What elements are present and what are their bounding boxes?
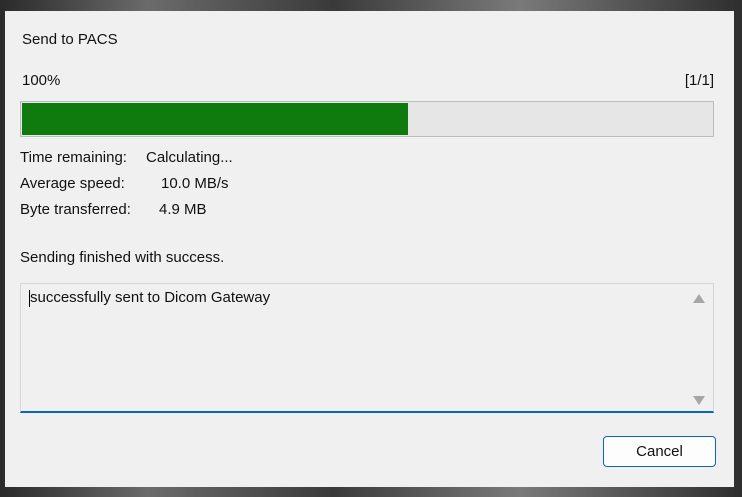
time-remaining-row: Time remaining: Calculating...	[20, 149, 233, 166]
progress-bar	[20, 101, 714, 137]
status-message: Sending finished with success.	[20, 249, 225, 266]
bytes-transferred-value: 4.9 MB	[159, 201, 207, 218]
scroll-up-arrow-icon[interactable]	[693, 294, 705, 303]
bytes-transferred-label: Byte transferred:	[20, 201, 131, 218]
time-remaining-label: Time remaining:	[20, 149, 127, 166]
average-speed-value: 10.0 MB/s	[161, 175, 229, 192]
time-remaining-value: Calculating...	[146, 149, 233, 166]
average-speed-label: Average speed:	[20, 175, 125, 192]
progress-count: [1/1]	[684, 72, 714, 89]
log-textarea[interactable]: successfully sent to Dicom Gateway	[20, 283, 714, 413]
progress-bar-fill	[22, 103, 408, 135]
scroll-down-arrow-icon[interactable]	[693, 396, 705, 405]
dialog-title: Send to PACS	[22, 31, 118, 48]
cancel-button[interactable]: Cancel	[603, 436, 716, 467]
log-text: successfully sent to Dicom Gateway	[30, 289, 271, 306]
progress-percent: 100%	[22, 72, 61, 89]
bytes-transferred-row: Byte transferred: 4.9 MB	[20, 201, 207, 218]
average-speed-row: Average speed: 10.0 MB/s	[20, 175, 229, 192]
send-to-pacs-dialog: Send to PACS 100% [1/1] Time remaining: …	[5, 11, 734, 487]
